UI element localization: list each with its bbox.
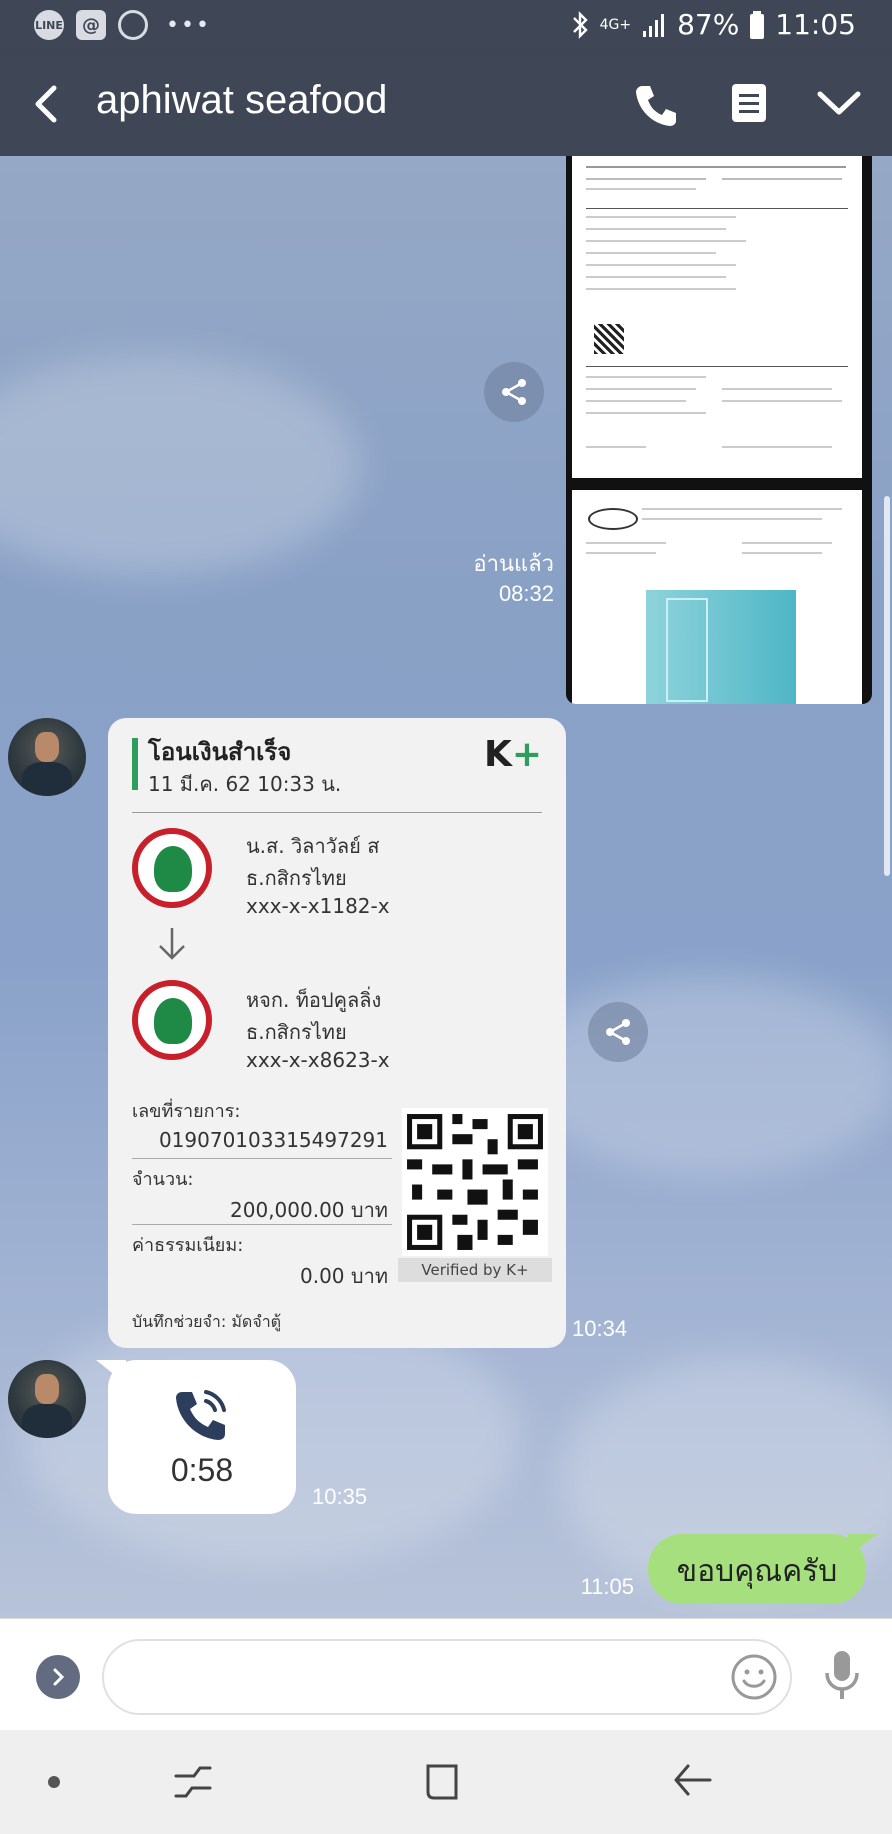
- battery-icon: [750, 10, 765, 39]
- microphone-icon[interactable]: [822, 1649, 862, 1703]
- at-icon: @: [76, 10, 106, 40]
- receiver-name: หจก. ท็อปคูลลิ่ง: [246, 988, 382, 1012]
- chat-header: aphiwat seafood: [0, 52, 892, 156]
- back-icon[interactable]: [26, 76, 66, 132]
- slip-accent-bar: [132, 738, 138, 790]
- bluetooth-icon: [572, 10, 588, 39]
- system-navigation-bar: [0, 1730, 892, 1834]
- divider: [132, 812, 542, 813]
- kplus-k: K: [484, 734, 512, 775]
- cold-room-photo: [646, 590, 796, 704]
- fee-value: 0.00 บาท: [300, 1264, 388, 1288]
- sent-message-bubble[interactable]: ขอบคุณครับ: [648, 1534, 866, 1604]
- status-time: 11:05: [775, 8, 856, 41]
- sent-message-text: ขอบคุณครับ: [676, 1554, 838, 1589]
- share-icon: [502, 379, 526, 405]
- contact-avatar[interactable]: [8, 1360, 86, 1438]
- kbank-logo-sender: [132, 828, 212, 908]
- slip-memo: บันทึกช่วยจำ: มัดจำตู้: [132, 1312, 282, 1331]
- message-time: 10:35: [312, 1484, 368, 1509]
- slip-date: 11 มี.ค. 62 10:33 น.: [148, 772, 342, 796]
- ref-label: เลขที่รายการ:: [132, 1101, 241, 1122]
- chat-area[interactable]: อ่านแล้ว 08:32 โอนเงินสำเร็จ 11 มี.ค. 62…: [0, 156, 892, 1618]
- scroll-indicator[interactable]: [884, 496, 890, 876]
- sender-name: น.ส. วิลาวัลย์ ส: [246, 834, 380, 858]
- amount-value: 200,000.00 บาท: [230, 1198, 388, 1222]
- ref-underline: [132, 1158, 392, 1159]
- note-icon[interactable]: [730, 82, 768, 124]
- sender-bank: ธ.กสิกรไทย: [246, 866, 347, 890]
- tcl-logo: [588, 508, 638, 530]
- voice-call-icon: [176, 1390, 226, 1440]
- dot-indicator-icon: [48, 1776, 60, 1788]
- message-time: 10:34: [572, 1316, 628, 1341]
- chevron-down-icon[interactable]: [816, 88, 862, 118]
- voice-call-bubble[interactable]: 0:58: [108, 1360, 296, 1514]
- message-input[interactable]: [102, 1639, 792, 1715]
- emoji-icon[interactable]: [730, 1653, 778, 1701]
- chevron-right-icon: [53, 1668, 65, 1686]
- more-notifications-icon: •••: [166, 12, 211, 38]
- transfer-slip-image[interactable]: โอนเงินสำเร็จ 11 มี.ค. 62 10:33 น. K+ น.…: [108, 718, 566, 1348]
- chat-title: aphiwat seafood: [96, 78, 388, 122]
- receiver-account: xxx-x-x8623-x: [246, 1048, 390, 1072]
- recent-apps-icon[interactable]: [170, 1760, 216, 1804]
- doc-qr-code: [594, 324, 624, 354]
- message-time: 11:05: [580, 1574, 634, 1599]
- image-message[interactable]: [566, 156, 872, 704]
- battery-percent: 87%: [677, 8, 740, 41]
- read-status: อ่านแล้ว: [473, 551, 554, 576]
- network-type: 4G+: [599, 16, 632, 33]
- slip-title: โอนเงินสำเร็จ: [148, 738, 292, 766]
- sender-account: xxx-x-x1182-x: [246, 894, 390, 918]
- message-time: 08:32: [498, 581, 554, 606]
- status-bar-right: 4G+ 87% 11:05: [570, 8, 856, 41]
- status-bar: LINE @ ••• 4G+ 87% 11:05: [0, 0, 892, 52]
- message-input-bar: [0, 1618, 892, 1731]
- status-bar-left: LINE @ •••: [34, 10, 211, 40]
- kbank-logo-receiver: [132, 980, 212, 1060]
- account-circle-icon: [118, 10, 148, 40]
- amount-label: จำนวน:: [132, 1169, 194, 1190]
- kplus-plus: +: [511, 734, 543, 775]
- quotation-page-2: [572, 490, 862, 704]
- fee-label: ค่าธรรมเนียม:: [132, 1235, 244, 1256]
- phone-icon[interactable]: [634, 82, 680, 128]
- arrow-down-icon: [159, 928, 185, 960]
- quotation-page-1: [572, 156, 862, 478]
- message-meta: อ่านแล้ว 08:32: [430, 546, 554, 607]
- ref-value: 019070103315497291: [158, 1128, 388, 1152]
- verified-caption: Verified by K+: [398, 1258, 552, 1282]
- kplus-logo: K+: [484, 734, 542, 775]
- contact-avatar[interactable]: [8, 718, 86, 796]
- verification-qr-code: [402, 1108, 548, 1256]
- signal-icon: [643, 13, 665, 37]
- share-button[interactable]: [484, 362, 544, 422]
- home-icon[interactable]: [420, 1760, 464, 1804]
- amount-underline: [132, 1224, 392, 1225]
- back-nav-icon[interactable]: [670, 1760, 716, 1804]
- share-icon: [606, 1019, 630, 1045]
- line-app-icon: LINE: [34, 10, 64, 40]
- share-button[interactable]: [588, 1002, 648, 1062]
- receiver-bank: ธ.กสิกรไทย: [246, 1020, 347, 1044]
- expand-button[interactable]: [36, 1655, 80, 1699]
- call-duration: 0:58: [170, 1452, 234, 1488]
